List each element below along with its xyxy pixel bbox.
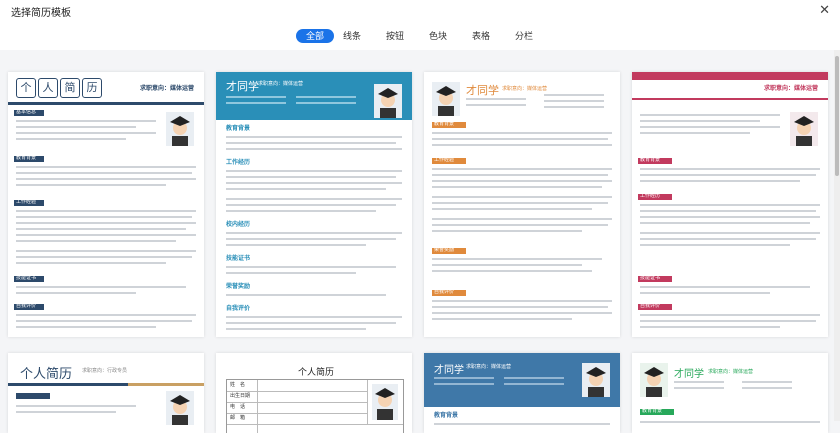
section-label: 技能证书 (16, 275, 37, 281)
section-tag: 工作经历 (638, 193, 672, 200)
section-label: 自我评价 (434, 289, 455, 295)
tab-columns[interactable]: 分栏 (512, 29, 536, 43)
template-card-1[interactable]: 个 人 简 历 求职意向：媒体运营 基本信息 教育背景 工作经验 技能证书 自我… (8, 72, 204, 337)
section-tag: 工作经验 (14, 199, 44, 206)
job-intent: 求职意向：行政专员 (82, 368, 128, 374)
resume-title: 个人简历 (298, 367, 335, 377)
info-table: 姓 名 出生日期 电 话 邮 箱 (226, 379, 404, 433)
candidate-name: 才同学 (466, 85, 499, 97)
section-heading: 自我评价 (226, 306, 251, 312)
template-card-2[interactable]: 才同学 求职意向：媒体运营 教育背景 工作经历 校内经历 技能证书 荣誉奖励 自… (216, 72, 412, 337)
section-label: 基本信息 (16, 109, 37, 115)
table-label: 出生日期 (230, 393, 251, 399)
candidate-name: 才同学 (674, 369, 704, 380)
section-label: 工作经验 (16, 199, 37, 205)
section-label: 自我评价 (640, 303, 661, 309)
section-tag: 自我评价 (638, 303, 672, 310)
job-intent: 求职意向：媒体运营 (708, 369, 754, 375)
section-label: 教育背景 (16, 155, 37, 161)
template-grid: 个 人 简 历 求职意向：媒体运营 基本信息 教育背景 工作经验 技能证书 自我… (0, 50, 832, 433)
section-label: 教育背景 (642, 408, 663, 414)
section-label: 荣誉奖励 (434, 247, 455, 253)
avatar (640, 363, 668, 397)
section-label: 教育背景 (640, 157, 661, 163)
section-label: 工作经验 (434, 157, 455, 163)
tab-all[interactable]: 全部 (296, 29, 334, 43)
section-tag: 自我评价 (14, 303, 44, 310)
section-tag: 技能证书 (14, 275, 44, 282)
resume-title-char: 人 (38, 78, 58, 98)
tab-buttons[interactable]: 按钮 (383, 29, 407, 43)
avatar (372, 384, 398, 420)
template-card-3[interactable]: 才同学 求职意向：媒体运营 教育背景 工作经验 荣誉奖励 自我评价 (424, 72, 620, 337)
section-heading: 校内经历 (226, 222, 251, 228)
section-label: 工作经历 (640, 193, 661, 199)
table-label: 电 话 (230, 404, 246, 410)
section-tag: 基本信息 (14, 109, 44, 116)
job-intent: 求职意向：媒体运营 (258, 81, 304, 87)
template-card-8[interactable]: 才同学 求职意向：媒体运营 教育背景 (632, 353, 828, 433)
job-intent: 求职意向：媒体运营 (764, 86, 819, 92)
header-rule (8, 102, 204, 105)
template-card-6[interactable]: 个人简历 姓 名 出生日期 电 话 邮 箱 (216, 353, 412, 433)
candidate-name: 才同学 (434, 365, 464, 376)
job-intent: 求职意向：媒体运营 (140, 86, 195, 92)
resume-title-char: 历 (82, 78, 102, 98)
section-label: 技能证书 (640, 275, 661, 281)
section-tag: 教育背景 (14, 155, 44, 162)
section-label: 自我评价 (16, 303, 37, 309)
section-tag: 工作经验 (432, 157, 466, 164)
resume-title: 个人简历 (20, 366, 73, 381)
dialog-title-bar: 选择简历模板 ✕ (0, 0, 840, 23)
template-card-4[interactable]: 求职意向：媒体运营 教育背景 工作经历 技能证书 自我评价 (632, 72, 828, 337)
avatar (166, 112, 194, 146)
tab-lines[interactable]: 线条 (340, 29, 364, 43)
tab-color-blocks[interactable]: 色块 (426, 29, 450, 43)
resume-title-char: 简 (60, 78, 80, 98)
section-heading: 技能证书 (226, 256, 251, 262)
avatar (166, 391, 194, 425)
section-tag: 荣誉奖励 (432, 247, 466, 254)
close-icon[interactable]: ✕ (819, 2, 830, 18)
header-band (632, 72, 828, 80)
job-intent: 求职意向：媒体运营 (466, 364, 512, 370)
scrollbar-thumb[interactable] (835, 56, 839, 176)
section-label: 教育背景 (434, 121, 455, 127)
section-tag: 教育背景 (640, 408, 674, 415)
template-card-5[interactable]: 个人简历 求职意向：行政专员 (8, 353, 204, 433)
job-intent: 求职意向：媒体运营 (502, 86, 548, 92)
section-heading: 教育背景 (434, 413, 459, 419)
section-heading: 教育背景 (226, 126, 251, 132)
resume-title-char: 个 (16, 78, 36, 98)
section-heading: 工作经历 (226, 160, 251, 166)
table-label: 姓 名 (230, 382, 246, 388)
section-heading: 荣誉奖励 (226, 284, 251, 290)
tab-tables[interactable]: 表格 (469, 29, 493, 43)
avatar (374, 84, 402, 118)
section-tag: 教育背景 (432, 121, 466, 128)
section-tag: 自我评价 (432, 289, 466, 296)
section-tag: 技能证书 (638, 275, 672, 282)
candidate-name: 才同学 (226, 81, 259, 93)
avatar (432, 82, 460, 116)
dialog-title: 选择简历模板 (11, 8, 71, 19)
section-tag: 教育背景 (638, 157, 672, 164)
category-tabs: 全部 线条 按钮 色块 表格 分栏 (0, 22, 840, 50)
avatar (582, 363, 610, 397)
template-card-7[interactable]: 才同学 求职意向：媒体运营 教育背景 (424, 353, 620, 433)
avatar (790, 112, 818, 146)
